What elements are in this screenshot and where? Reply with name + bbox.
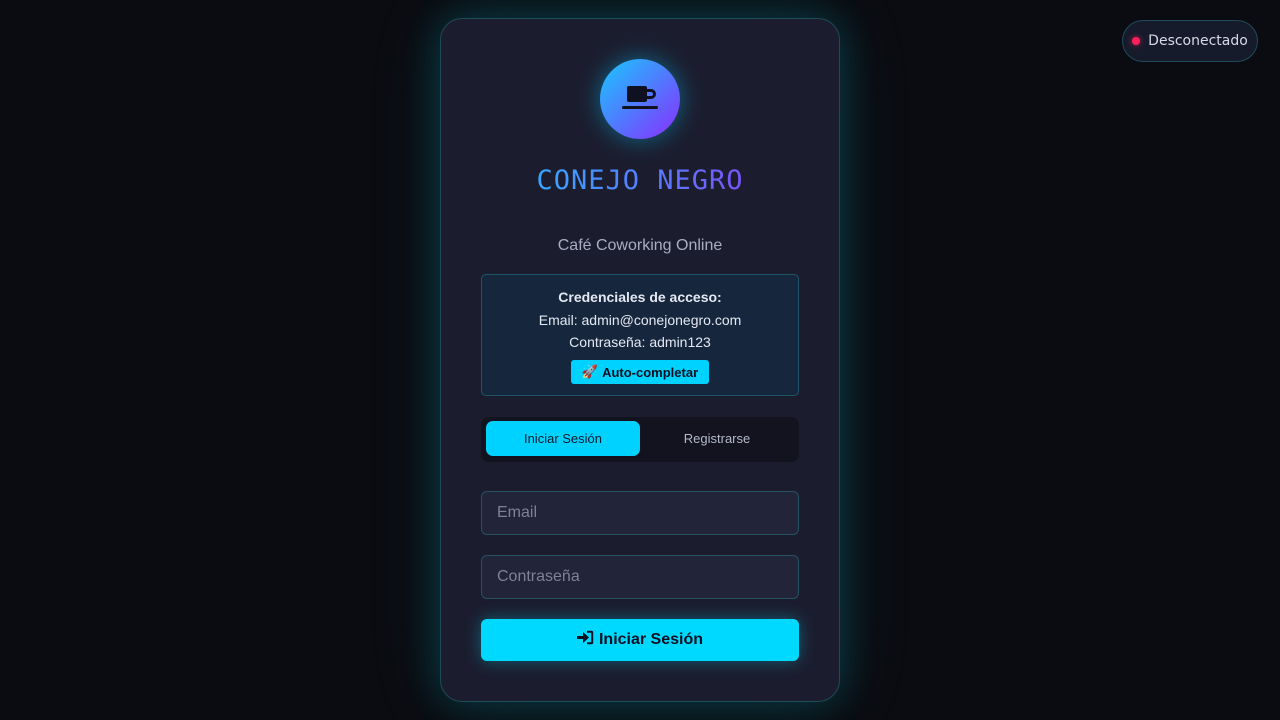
tab-login[interactable]: Iniciar Sesión: [486, 421, 640, 456]
connection-status-badge: Desconectado: [1122, 20, 1258, 62]
auth-tabs: Iniciar Sesión Registrarse: [481, 417, 799, 462]
status-dot-icon: [1132, 37, 1141, 45]
sign-in-icon: [576, 630, 594, 650]
autofill-label: Auto-completar: [602, 364, 699, 380]
login-submit-label: Iniciar Sesión: [598, 631, 704, 648]
rocket-icon: 🚀: [581, 364, 599, 379]
credentials-title: Credenciales de acceso:: [558, 289, 722, 305]
credentials-box: Credenciales de acceso: Email: admin@con…: [481, 274, 799, 396]
tab-register[interactable]: Registrarse: [640, 421, 794, 456]
login-card: CONEJO NEGRO Café Coworking Online Crede…: [440, 18, 840, 702]
connection-status-label: Desconectado: [1148, 33, 1248, 49]
brand-title: CONEJO NEGRO: [441, 165, 839, 196]
brand-subtitle: Café Coworking Online: [557, 237, 723, 254]
email-field[interactable]: [481, 491, 799, 535]
credentials-password: Contraseña: admin123: [569, 334, 711, 350]
autofill-button[interactable]: 🚀 Auto-completar: [571, 360, 709, 384]
login-submit-button[interactable]: Iniciar Sesión: [481, 619, 799, 661]
credentials-email: Email: admin@conejonegro.com: [538, 312, 742, 328]
password-field[interactable]: [481, 555, 799, 599]
coffee-cup-icon: [600, 59, 680, 139]
